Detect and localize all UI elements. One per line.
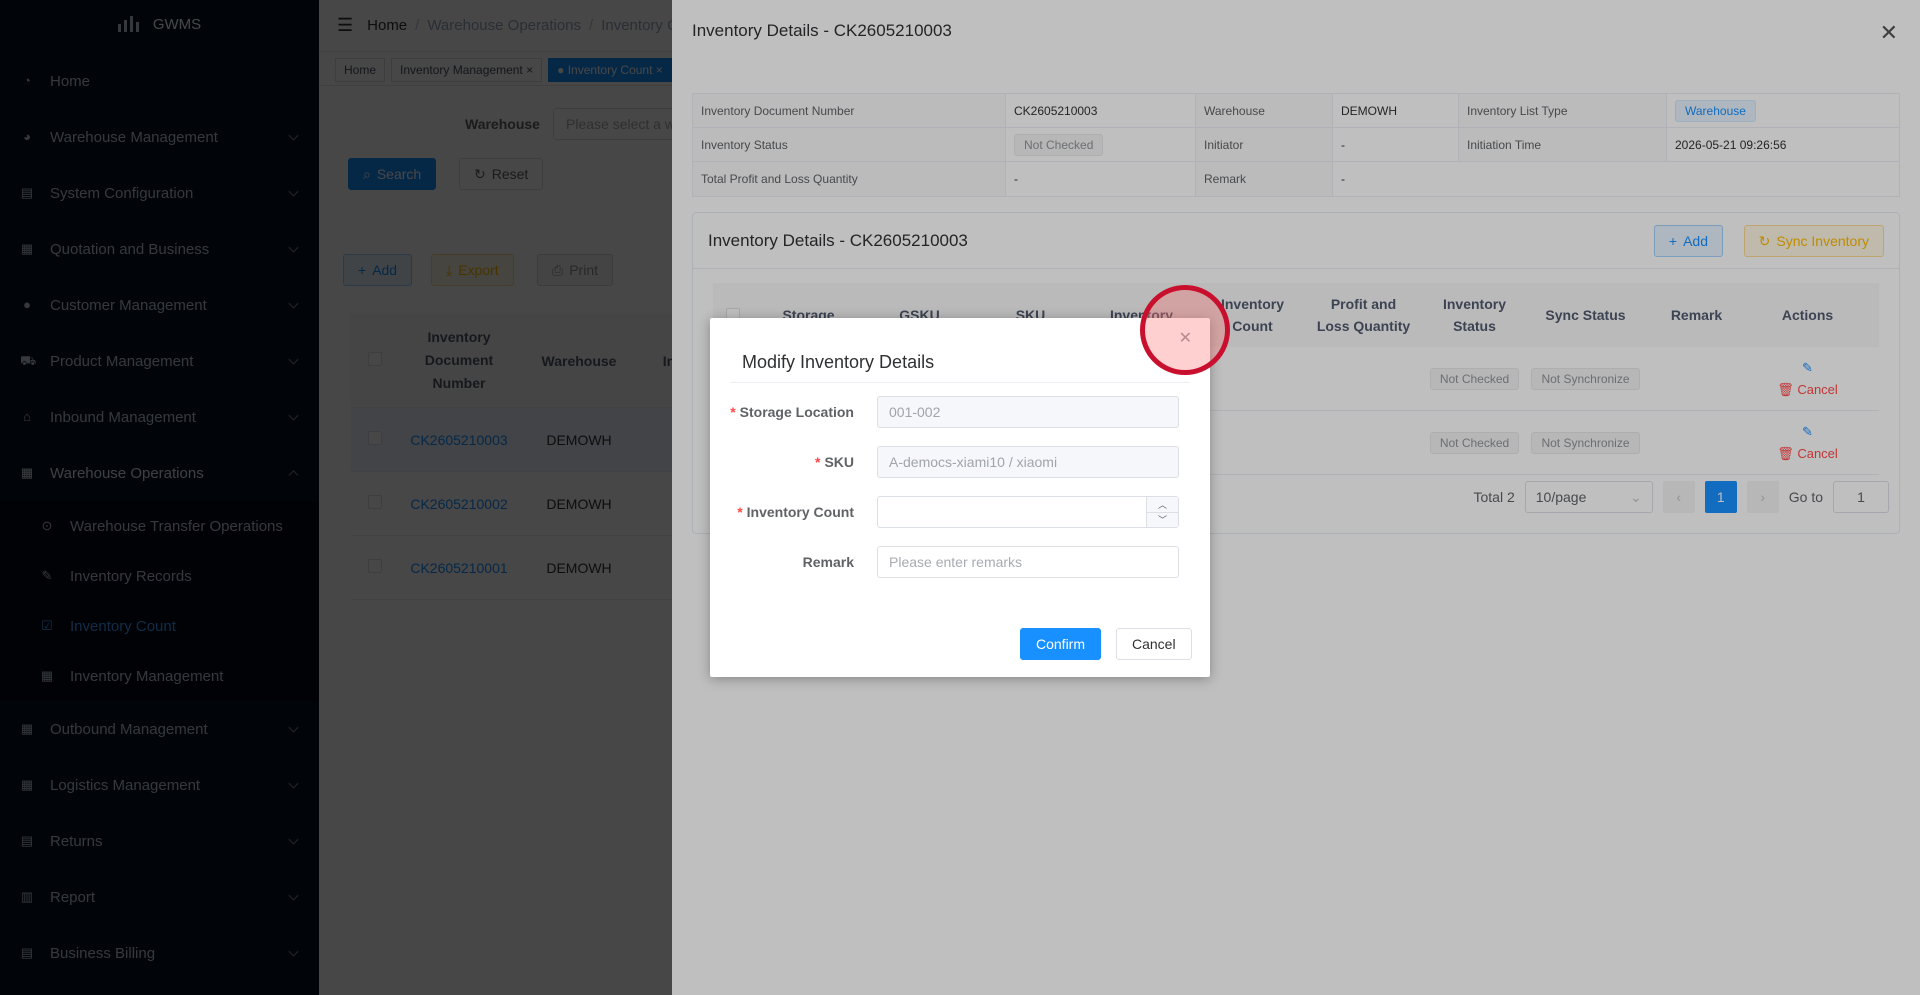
quantity-stepper[interactable]: ︿ ﹀ [1146, 497, 1178, 527]
field-label: * SKU [814, 454, 854, 470]
sku-row: * SKU A-democs-xiami10 / xiaomi [710, 446, 1210, 478]
confirm-button[interactable]: Confirm [1020, 628, 1102, 660]
field-label: Remark [802, 554, 854, 570]
mask-layer [0, 0, 672, 995]
click-highlight-circle [1140, 285, 1230, 375]
remark-input[interactable]: Please enter remarks [877, 546, 1179, 578]
increase-icon[interactable]: ︿ [1147, 497, 1178, 513]
cancel-button[interactable]: Cancel [1116, 628, 1192, 660]
decrease-icon[interactable]: ﹀ [1147, 513, 1178, 528]
inventory-count-row: * Inventory Count ︿ ﹀ [710, 496, 1210, 528]
sku-field[interactable]: A-democs-xiami10 / xiaomi [877, 446, 1179, 478]
storage-location-row: * Storage Location 001-002 [710, 396, 1210, 428]
modify-inventory-dialog: Modify Inventory Details ✕ * Storage Loca… [710, 318, 1210, 677]
remark-row: Remark Please enter remarks [710, 546, 1210, 578]
storage-location-field[interactable]: 001-002 [877, 396, 1179, 428]
divider [730, 382, 1190, 383]
field-label: * Inventory Count [737, 504, 854, 520]
field-label: * Storage Location [730, 404, 854, 420]
dialog-title: Modify Inventory Details [742, 352, 935, 372]
inventory-count-input[interactable]: ︿ ﹀ [877, 496, 1179, 528]
